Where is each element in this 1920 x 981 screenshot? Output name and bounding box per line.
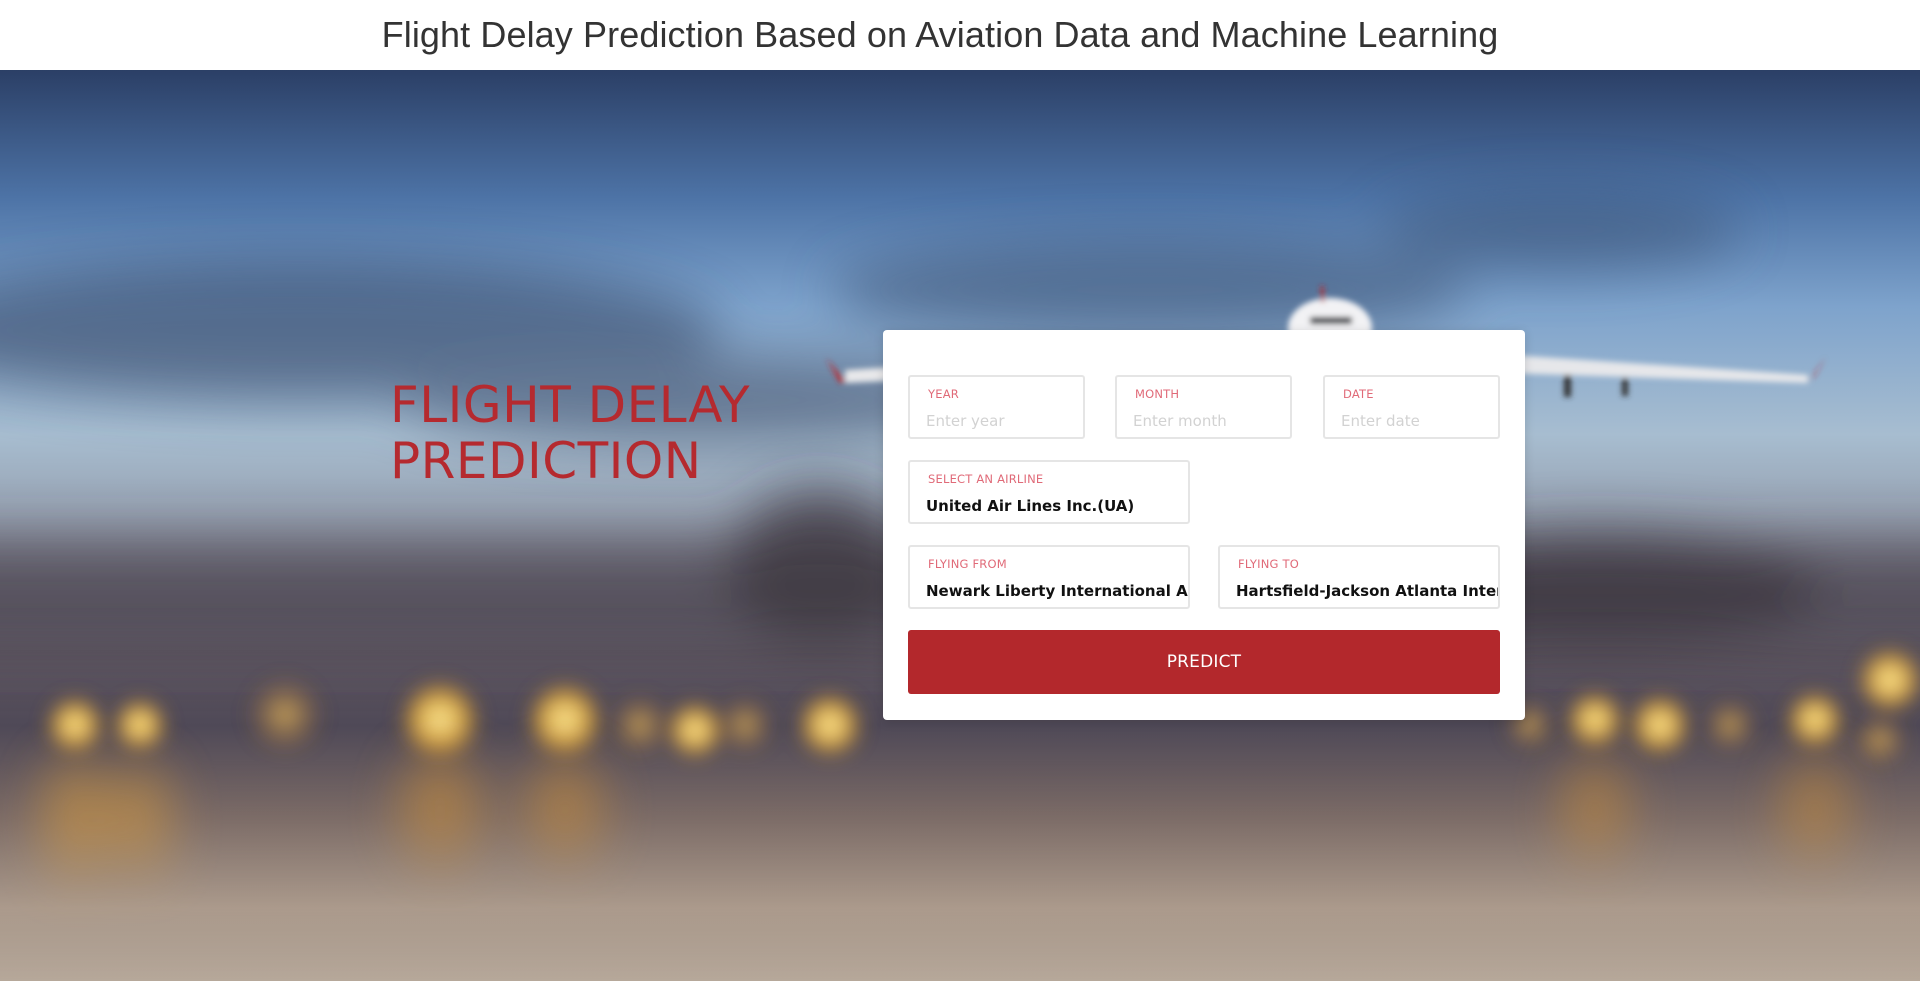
flying-to-select[interactable]: Hartsfield-Jackson Atlanta Interna (1220, 577, 1498, 605)
hero-title: FLIGHT DELAY PREDICTION (390, 377, 810, 489)
flying-to-label: FLYING TO (1238, 557, 1299, 571)
page: Flight Delay Prediction Based on Aviatio… (0, 0, 1920, 981)
flying-from-select[interactable]: Newark Liberty International Airpo (910, 577, 1188, 605)
month-label: MONTH (1135, 387, 1180, 401)
year-label: YEAR (928, 387, 959, 401)
airline-field: SELECT AN AIRLINE United Air Lines Inc.(… (908, 460, 1190, 524)
flying-from-field: FLYING FROM Newark Liberty International… (908, 545, 1190, 609)
hero-section: FLIGHT DELAY PREDICTION YEAR MONTH DATE … (0, 70, 1920, 981)
date-field: DATE (1323, 375, 1500, 439)
year-input[interactable] (910, 407, 1083, 435)
year-field: YEAR (908, 375, 1085, 439)
prediction-form: YEAR MONTH DATE SELECT AN AIRLINE United… (883, 330, 1525, 720)
month-input[interactable] (1117, 407, 1290, 435)
hero-title-line-2: PREDICTION (390, 432, 702, 490)
flying-from-label: FLYING FROM (928, 557, 1007, 571)
date-label: DATE (1343, 387, 1374, 401)
hero-title-line-1: FLIGHT DELAY (390, 376, 751, 434)
page-title: Flight Delay Prediction Based on Aviatio… (381, 14, 1499, 55)
date-input[interactable] (1325, 407, 1498, 435)
predict-button[interactable]: PREDICT (908, 630, 1500, 694)
airline-label: SELECT AN AIRLINE (928, 472, 1044, 486)
top-header: Flight Delay Prediction Based on Aviatio… (0, 0, 1920, 70)
airline-select[interactable]: United Air Lines Inc.(UA) (910, 492, 1188, 520)
flying-to-field: FLYING TO Hartsfield-Jackson Atlanta Int… (1218, 545, 1500, 609)
month-field: MONTH (1115, 375, 1292, 439)
